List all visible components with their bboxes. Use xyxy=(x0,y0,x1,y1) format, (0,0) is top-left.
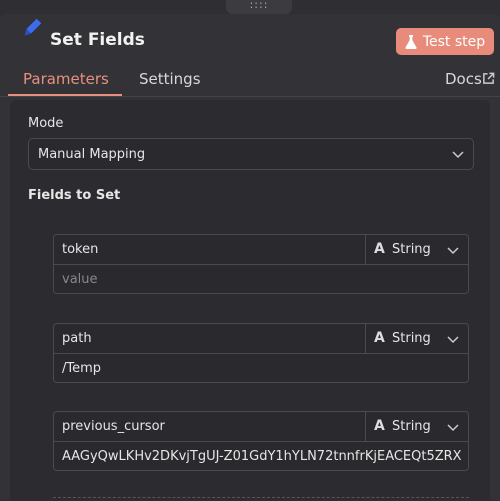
chevron-down-icon xyxy=(447,424,459,432)
mode-select[interactable]: Manual Mapping xyxy=(28,138,474,170)
docs-link[interactable]: Docs xyxy=(445,70,482,88)
field-name-input[interactable]: previous_cursor xyxy=(54,412,366,442)
chevron-down-icon xyxy=(447,247,459,255)
flask-icon xyxy=(405,34,417,49)
string-type-icon: A xyxy=(374,418,385,434)
chevron-down-icon xyxy=(452,151,464,159)
field-type-select[interactable]: A String xyxy=(366,412,468,442)
field-name-input[interactable]: token xyxy=(54,235,366,265)
tab-parameters[interactable]: Parameters xyxy=(23,70,109,88)
field-value-input[interactable]: value xyxy=(62,272,462,287)
tab-settings[interactable]: Settings xyxy=(139,70,201,88)
pencil-icon xyxy=(24,18,42,36)
tab-bar: Parameters Settings Docs xyxy=(0,62,500,97)
string-type-icon: A xyxy=(374,241,385,257)
field-type-select[interactable]: A String xyxy=(366,324,468,354)
field-type-select[interactable]: A String xyxy=(366,235,468,265)
drag-handle[interactable]: :::: xyxy=(226,0,292,14)
drop-zone-divider xyxy=(53,497,469,501)
field-row-previous-cursor: previous_cursor A String AAGyQwLKHv2DKvj… xyxy=(53,411,469,471)
external-link-icon[interactable] xyxy=(482,72,495,85)
mode-label: Mode xyxy=(28,116,64,131)
chevron-down-icon xyxy=(447,336,459,344)
mode-value: Manual Mapping xyxy=(38,147,146,162)
test-step-label: Test step xyxy=(422,33,486,50)
field-value-input[interactable]: AAGyQwLKHv2DKvjTgUJ-Z01GdY1hYLN72tnnfrKj… xyxy=(62,449,462,464)
node-title: Set Fields xyxy=(50,30,145,50)
field-row-token: token A String value xyxy=(53,234,469,294)
field-name-input[interactable]: path xyxy=(54,324,366,354)
field-value-input[interactable]: /Temp xyxy=(62,361,462,376)
fields-to-set-label: Fields to Set xyxy=(28,188,121,203)
field-row-path: path A String /Temp xyxy=(53,323,469,383)
test-step-button[interactable]: Test step xyxy=(396,28,494,55)
string-type-icon: A xyxy=(374,330,385,346)
active-tab-indicator xyxy=(8,94,122,96)
